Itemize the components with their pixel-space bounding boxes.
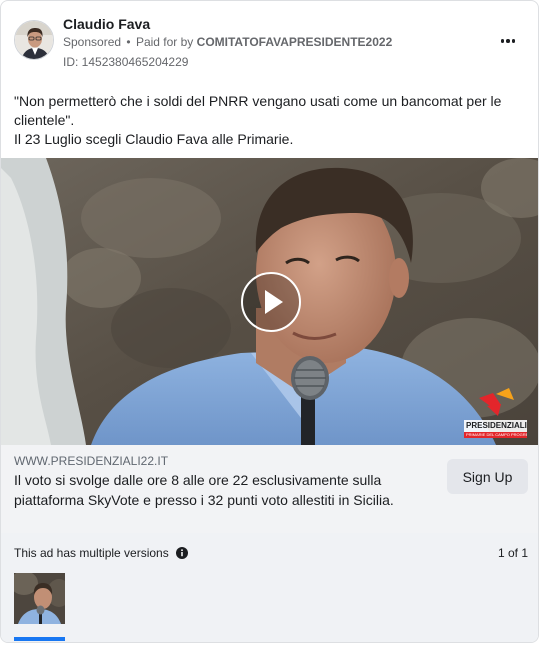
sponsored-line: Sponsored • Paid for by COMITATOFAVAPRES… — [63, 35, 392, 49]
watermark-subtitle: PRIMARIE DEL CAMPO PROGRESSISTA — [466, 432, 527, 437]
separator-dot: • — [126, 35, 131, 49]
more-horizontal-icon — [500, 39, 516, 43]
watermark-title: PRESIDENZIALI — [466, 421, 527, 430]
version-thumbnail[interactable] — [14, 573, 65, 624]
play-icon — [265, 290, 283, 314]
selected-version-indicator — [14, 637, 65, 641]
version-count: 1 of 1 — [498, 546, 529, 560]
multiple-versions-label: This ad has multiple versions — [14, 546, 169, 560]
paid-for-by-entity[interactable]: COMITATOFAVAPRESIDENTE2022 — [197, 35, 393, 49]
link-description: Il voto si svolge dalle ore 8 alle ore 2… — [14, 472, 394, 508]
advertiser-name[interactable]: Claudio Fava — [63, 16, 150, 32]
ad-id: ID: 1452380465204229 — [63, 55, 189, 69]
advertiser-avatar[interactable] — [14, 20, 54, 60]
ad-body-text: "Non permetterò che i soldi del PNRR ven… — [14, 92, 524, 149]
thumbnail-image — [14, 573, 65, 624]
avatar-photo — [15, 21, 53, 59]
sign-up-button[interactable]: Sign Up — [447, 459, 528, 494]
ad-body-line-1: "Non permetterò che i soldi del PNRR ven… — [14, 93, 502, 128]
play-button[interactable] — [241, 272, 301, 332]
sponsored-label: Sponsored — [63, 35, 122, 49]
paid-for-prefix: Paid for by — [135, 35, 194, 49]
more-options-button[interactable] — [496, 31, 520, 51]
ad-body-line-2: Il 23 Luglio scegli Claudio Fava alle Pr… — [14, 131, 294, 147]
ad-card: Claudio Fava Sponsored • Paid for by COM… — [0, 0, 539, 643]
link-url[interactable]: WWW.PRESIDENZIALI22.IT — [14, 454, 168, 468]
info-icon[interactable] — [176, 546, 188, 559]
